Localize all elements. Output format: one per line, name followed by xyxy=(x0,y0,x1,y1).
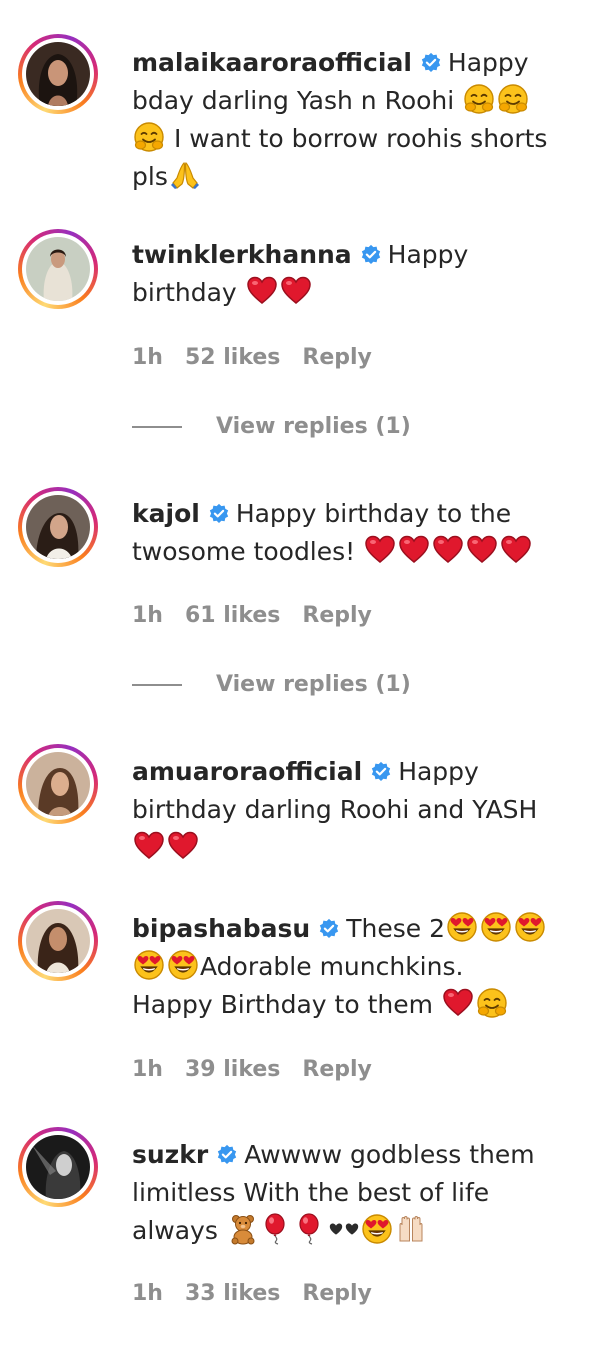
likes-count[interactable]: 61 likes xyxy=(185,603,280,628)
username[interactable]: suzkr xyxy=(132,1140,208,1169)
comment-line: Awwww godbless them xyxy=(244,1140,535,1169)
username[interactable]: kajol xyxy=(132,499,200,528)
likes-count[interactable]: 33 likes xyxy=(185,1281,280,1306)
reply-button[interactable]: Reply xyxy=(302,345,372,370)
reply-button[interactable]: Reply xyxy=(302,1281,372,1306)
red-heart-icon xyxy=(398,534,430,566)
likes-count[interactable]: 52 likes xyxy=(185,345,280,370)
likes-count[interactable]: 39 likes xyxy=(185,1057,280,1082)
comment-meta: 1h 52 likes Reply xyxy=(132,345,394,370)
heart-eyes-icon xyxy=(133,949,165,981)
comment-line: birthday xyxy=(132,278,237,307)
comment-line: Happy birthday to the xyxy=(235,499,512,528)
avatar-ring[interactable] xyxy=(18,34,98,114)
hugging-face-icon xyxy=(497,83,529,115)
avatar[interactable] xyxy=(26,495,90,559)
comment-line: Adorable munchkins. xyxy=(200,952,464,981)
reply-button[interactable]: Reply xyxy=(302,603,372,628)
username[interactable]: amuaroraofficial xyxy=(132,757,362,786)
divider xyxy=(132,426,182,428)
balloon-icon xyxy=(295,1213,327,1245)
red-heart-icon xyxy=(466,534,498,566)
avatar-ring[interactable] xyxy=(18,1127,98,1207)
red-heart-icon xyxy=(364,534,396,566)
comment-text: bipashabasu These 2 Adorable munchkins. H… xyxy=(132,910,582,1024)
teddy-bear-icon xyxy=(227,1213,259,1245)
heart-eyes-icon xyxy=(167,949,199,981)
verified-badge-icon xyxy=(208,503,230,525)
hugging-face-icon xyxy=(476,987,508,1019)
comment-meta: 1h 33 likes Reply xyxy=(132,1281,394,1306)
view-replies-label[interactable]: View replies (1) xyxy=(216,672,411,697)
verified-badge-icon xyxy=(370,761,392,783)
comment-line: pls xyxy=(132,162,168,191)
red-heart-icon xyxy=(432,534,464,566)
heart-eyes-icon xyxy=(446,911,478,943)
comment-line: birthday darling Roohi and YASH xyxy=(132,795,538,824)
comment-time[interactable]: 1h xyxy=(132,603,163,628)
verified-badge-icon xyxy=(318,918,340,940)
balloon-icon xyxy=(261,1213,293,1245)
raised-hands-icon xyxy=(395,1213,427,1245)
comment-line: Happy xyxy=(447,48,529,77)
comment-text: suzkr Awwww godbless them limitless With … xyxy=(132,1136,582,1250)
view-replies-button[interactable]: View replies (1) xyxy=(132,672,411,697)
avatar[interactable] xyxy=(26,909,90,973)
comment-line: I want to borrow roohis shorts xyxy=(173,124,548,153)
avatar[interactable] xyxy=(26,42,90,106)
avatar[interactable] xyxy=(26,752,90,816)
comment-time[interactable]: 1h xyxy=(132,1281,163,1306)
avatar[interactable] xyxy=(26,1135,90,1199)
comment-text: kajol Happy birthday to the twosome toodl… xyxy=(132,495,582,571)
hugging-face-icon xyxy=(133,121,165,153)
heart-eyes-icon xyxy=(514,911,546,943)
comment-line: Happy Birthday to them xyxy=(132,990,433,1019)
hugging-face-icon xyxy=(463,83,495,115)
comment-line: These 2 xyxy=(346,914,445,943)
avatar-ring[interactable] xyxy=(18,487,98,567)
avatar[interactable] xyxy=(26,237,90,301)
reply-button[interactable]: Reply xyxy=(302,1057,372,1082)
comment-time[interactable]: 1h xyxy=(132,345,163,370)
avatar-ring[interactable] xyxy=(18,744,98,824)
username[interactable]: bipashabasu xyxy=(132,914,310,943)
comment-text: twinklerkhanna Happy birthday xyxy=(132,236,582,312)
comment-text: malaikaaroraofficial Happy bday darling Y… xyxy=(132,44,582,196)
black-heart-icon xyxy=(343,1213,361,1245)
comment-text: amuaroraofficial Happy birthday darling R… xyxy=(132,753,582,867)
red-heart-icon xyxy=(500,534,532,566)
folded-hands-icon xyxy=(169,159,201,191)
comment-line: Happy xyxy=(398,757,479,786)
heart-eyes-icon xyxy=(361,1213,393,1245)
comment-line: always xyxy=(132,1216,218,1245)
username[interactable]: malaikaaroraofficial xyxy=(132,48,412,77)
comment-line: twosome toodles! xyxy=(132,537,356,566)
username[interactable]: twinklerkhanna xyxy=(132,240,352,269)
heart-eyes-icon xyxy=(480,911,512,943)
comment-line: bday darling Yash n Roohi xyxy=(132,86,455,115)
comment-meta: 1h 39 likes Reply xyxy=(132,1057,394,1082)
avatar-ring[interactable] xyxy=(18,901,98,981)
verified-badge-icon xyxy=(420,52,442,74)
avatar-ring[interactable] xyxy=(18,229,98,309)
red-heart-icon xyxy=(133,830,165,862)
comment-line: limitless With the best of life xyxy=(132,1178,490,1207)
red-heart-icon xyxy=(246,275,278,307)
red-heart-icon xyxy=(280,275,312,307)
view-replies-button[interactable]: View replies (1) xyxy=(132,414,411,439)
verified-badge-icon xyxy=(360,244,382,266)
comment-line: Happy xyxy=(387,240,469,269)
view-replies-label[interactable]: View replies (1) xyxy=(216,414,411,439)
verified-badge-icon xyxy=(216,1144,238,1166)
divider xyxy=(132,684,182,686)
comment-meta: 1h 61 likes Reply xyxy=(132,603,394,628)
red-heart-icon xyxy=(442,987,474,1019)
red-heart-icon xyxy=(167,830,199,862)
comment-time[interactable]: 1h xyxy=(132,1057,163,1082)
